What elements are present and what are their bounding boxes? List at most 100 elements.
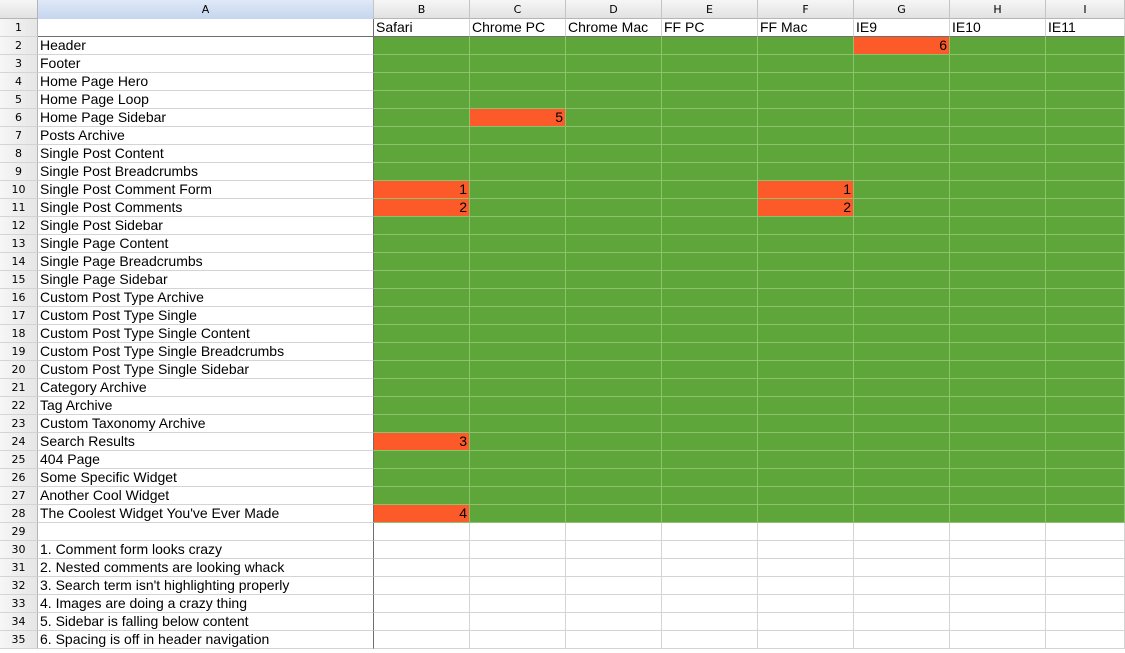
row-number[interactable]: 12 [0, 217, 38, 235]
cell-f30[interactable] [758, 541, 854, 559]
row-number[interactable]: 29 [0, 523, 38, 541]
cell-f17[interactable] [758, 307, 854, 325]
cell-e6[interactable] [662, 109, 758, 127]
cell-e28[interactable] [662, 505, 758, 523]
cell-b19[interactable] [374, 343, 470, 361]
cell-h28[interactable] [950, 505, 1046, 523]
cell-i16[interactable] [1046, 289, 1125, 307]
cell-b17[interactable] [374, 307, 470, 325]
cell-b6[interactable] [374, 109, 470, 127]
cell-c4[interactable] [470, 73, 566, 91]
cell-g33[interactable] [854, 595, 950, 613]
cell-c33[interactable] [470, 595, 566, 613]
cell-i11[interactable] [1046, 199, 1125, 217]
row-number[interactable]: 10 [0, 181, 38, 199]
cell-h34[interactable] [950, 613, 1046, 631]
cell-d15[interactable] [566, 271, 662, 289]
row-number[interactable]: 20 [0, 361, 38, 379]
cell-b26[interactable] [374, 469, 470, 487]
cell-e31[interactable] [662, 559, 758, 577]
cell-e23[interactable] [662, 415, 758, 433]
cell-h27[interactable] [950, 487, 1046, 505]
cell-h10[interactable] [950, 181, 1046, 199]
cell-f15[interactable] [758, 271, 854, 289]
cell-b22[interactable] [374, 397, 470, 415]
column-header-c[interactable]: C [470, 0, 566, 19]
cell-h24[interactable] [950, 433, 1046, 451]
cell-g19[interactable] [854, 343, 950, 361]
cell-b7[interactable] [374, 127, 470, 145]
cell-c22[interactable] [470, 397, 566, 415]
row-number[interactable]: 1 [0, 19, 38, 37]
cell-g30[interactable] [854, 541, 950, 559]
cell-g24[interactable] [854, 433, 950, 451]
cell-g27[interactable] [854, 487, 950, 505]
column-header-f[interactable]: F [758, 0, 854, 19]
cell-i35[interactable] [1046, 631, 1125, 649]
row-number[interactable]: 9 [0, 163, 38, 181]
cell-e12[interactable] [662, 217, 758, 235]
column-header-g[interactable]: G [854, 0, 950, 19]
cell-f28[interactable] [758, 505, 854, 523]
cell-g23[interactable] [854, 415, 950, 433]
cell-b31[interactable] [374, 559, 470, 577]
row-number[interactable]: 35 [0, 631, 38, 649]
cell-b9[interactable] [374, 163, 470, 181]
cell-d17[interactable] [566, 307, 662, 325]
cell-d3[interactable] [566, 55, 662, 73]
cell-f14[interactable] [758, 253, 854, 271]
cell-e22[interactable] [662, 397, 758, 415]
cell-h25[interactable] [950, 451, 1046, 469]
cell-b32[interactable] [374, 577, 470, 595]
cell-f18[interactable] [758, 325, 854, 343]
cell-d16[interactable] [566, 289, 662, 307]
cell-e8[interactable] [662, 145, 758, 163]
cell-d26[interactable] [566, 469, 662, 487]
cell-f1[interactable]: FF Mac [758, 19, 854, 37]
row-number[interactable]: 34 [0, 613, 38, 631]
cell-d28[interactable] [566, 505, 662, 523]
row-number[interactable]: 16 [0, 289, 38, 307]
cell-i30[interactable] [1046, 541, 1125, 559]
cell-i20[interactable] [1046, 361, 1125, 379]
cell-f9[interactable] [758, 163, 854, 181]
row-number[interactable]: 2 [0, 37, 38, 55]
cell-a33[interactable]: 4. Images are doing a crazy thing [38, 595, 374, 613]
row-number[interactable]: 33 [0, 595, 38, 613]
cell-c19[interactable] [470, 343, 566, 361]
cell-d14[interactable] [566, 253, 662, 271]
row-number[interactable]: 27 [0, 487, 38, 505]
cell-b15[interactable] [374, 271, 470, 289]
cell-e32[interactable] [662, 577, 758, 595]
cell-b2[interactable] [374, 37, 470, 55]
cell-a23[interactable]: Custom Taxonomy Archive [38, 415, 374, 433]
cell-f33[interactable] [758, 595, 854, 613]
cell-i19[interactable] [1046, 343, 1125, 361]
column-header-a[interactable]: A [38, 0, 374, 19]
cell-c16[interactable] [470, 289, 566, 307]
cell-a16[interactable]: Custom Post Type Archive [38, 289, 374, 307]
cell-d27[interactable] [566, 487, 662, 505]
row-number[interactable]: 5 [0, 91, 38, 109]
cell-c10[interactable] [470, 181, 566, 199]
cell-a19[interactable]: Custom Post Type Single Breadcrumbs [38, 343, 374, 361]
cell-e27[interactable] [662, 487, 758, 505]
row-number[interactable]: 14 [0, 253, 38, 271]
cell-d19[interactable] [566, 343, 662, 361]
cell-i15[interactable] [1046, 271, 1125, 289]
cell-i22[interactable] [1046, 397, 1125, 415]
cell-d34[interactable] [566, 613, 662, 631]
cell-b27[interactable] [374, 487, 470, 505]
cell-a2[interactable]: Header [38, 37, 374, 55]
cell-c18[interactable] [470, 325, 566, 343]
cell-a6[interactable]: Home Page Sidebar [38, 109, 374, 127]
row-number[interactable]: 15 [0, 271, 38, 289]
cell-c35[interactable] [470, 631, 566, 649]
cell-f29[interactable] [758, 523, 854, 541]
cell-a35[interactable]: 6. Spacing is off in header navigation [38, 631, 374, 649]
cell-i32[interactable] [1046, 577, 1125, 595]
cell-i34[interactable] [1046, 613, 1125, 631]
cell-d1[interactable]: Chrome Mac [566, 19, 662, 37]
cell-h2[interactable] [950, 37, 1046, 55]
cell-c26[interactable] [470, 469, 566, 487]
